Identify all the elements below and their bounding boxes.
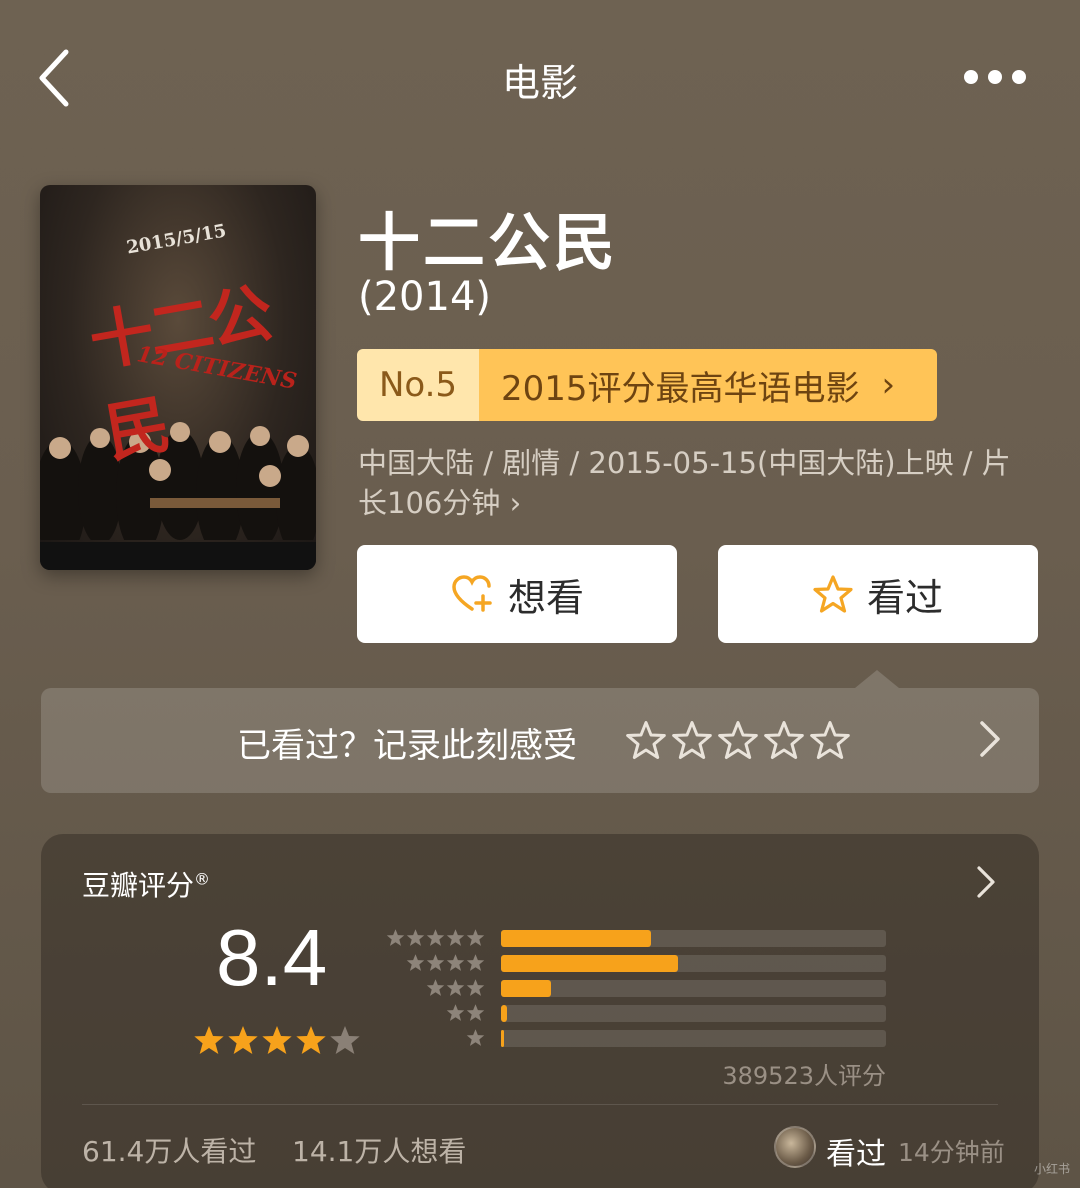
- distribution-stars: [446, 1003, 485, 1022]
- popover-caret: [855, 670, 899, 688]
- friend-activity-action: 看过: [826, 1137, 886, 1172]
- rank-text: 2015评分最高华语电影: [501, 368, 860, 409]
- star-icon: [466, 929, 485, 946]
- rank-number: No.5: [357, 349, 479, 421]
- distribution-track: [501, 1005, 886, 1022]
- star-icon: [466, 979, 485, 996]
- rank-description: 2015评分最高华语电影 ›: [479, 349, 937, 421]
- rating-distribution-row: [390, 978, 890, 998]
- seen-count[interactable]: 61.4万人看过: [82, 1130, 256, 1170]
- movie-year: (2014): [358, 274, 492, 320]
- rate-stars[interactable]: [626, 720, 850, 760]
- distribution-bar: [501, 955, 679, 972]
- watched-button[interactable]: 看过: [718, 545, 1038, 643]
- poster-credits-strip: [40, 542, 316, 570]
- star-outline-icon[interactable]: [672, 720, 712, 760]
- star-filled-icon: [228, 1026, 258, 1054]
- distribution-track: [501, 955, 886, 972]
- divider: [82, 1104, 998, 1105]
- star-icon: [386, 929, 405, 946]
- registered-mark: ®: [194, 869, 211, 889]
- distribution-track: [501, 1030, 886, 1047]
- star-filled-icon: [194, 1026, 224, 1054]
- star-icon: [446, 1004, 465, 1021]
- star-outline-icon[interactable]: [626, 720, 666, 760]
- distribution-track: [501, 930, 886, 947]
- star-icon: [426, 979, 445, 996]
- rating-label: 豆瓣评分®: [82, 864, 210, 904]
- star-outline-icon: [813, 575, 853, 613]
- rating-count: 389523人评分: [722, 1062, 886, 1090]
- distribution-bar: [501, 1005, 507, 1022]
- star-outline-icon[interactable]: [718, 720, 758, 760]
- rating-distribution-row: [390, 953, 890, 973]
- more-dot-icon: [964, 70, 978, 84]
- star-icon: [466, 1029, 485, 1046]
- rating-score: 8.4: [216, 913, 328, 1002]
- chevron-right-icon: [980, 721, 1000, 757]
- avatar[interactable]: [774, 1126, 816, 1168]
- want-count[interactable]: 14.1万人想看: [292, 1130, 466, 1170]
- star-icon: [426, 929, 445, 946]
- more-button[interactable]: [950, 58, 1030, 98]
- distribution-bar: [501, 930, 652, 947]
- want-to-watch-button[interactable]: 想看: [357, 545, 677, 643]
- poster-date-text: 2015/5/15: [124, 220, 228, 259]
- want-button-label: 想看: [507, 575, 584, 620]
- top-nav: 电影: [0, 0, 1080, 155]
- rating-stars: [193, 1024, 361, 1056]
- page-title: 电影: [501, 61, 578, 105]
- rating-distribution-row: [390, 1028, 890, 1048]
- watermark: 小红书: [1034, 1162, 1071, 1176]
- record-feeling-bar[interactable]: 已看过？记录此刻感受: [41, 688, 1039, 793]
- star-icon: [446, 954, 465, 971]
- star-icon: [426, 954, 445, 971]
- watched-button-label: 看过: [866, 575, 943, 620]
- movie-poster[interactable]: 2015/5/15 十二公民 12 CITIZENS: [40, 185, 316, 570]
- star-outline-icon[interactable]: [810, 720, 850, 760]
- more-dot-icon: [988, 70, 1002, 84]
- chevron-right-icon[interactable]: [970, 864, 1000, 900]
- friend-activity-time: 14分钟前: [898, 1138, 1005, 1167]
- distribution-bar: [501, 980, 552, 997]
- distribution-stars: [386, 928, 485, 947]
- star-outline-icon[interactable]: [764, 720, 804, 760]
- rating-distribution-row: [386, 928, 890, 948]
- distribution-track: [501, 980, 886, 997]
- chevron-right-icon: ›: [881, 365, 896, 405]
- star-icon: [466, 954, 485, 971]
- star-filled-icon: [262, 1026, 292, 1054]
- distribution-stars: [466, 1028, 485, 1047]
- more-dot-icon: [1012, 70, 1026, 84]
- rank-banner[interactable]: No.5 2015评分最高华语电影 ›: [357, 349, 937, 421]
- movie-meta-info[interactable]: 中国大陆 / 剧情 / 2015-05-15(中国大陆)上映 / 片长106分钟…: [358, 443, 1038, 523]
- star-empty-icon: [330, 1026, 360, 1054]
- record-prompt: 已看过？记录此刻感受: [237, 726, 577, 766]
- rating-label-text: 豆瓣评分: [82, 869, 195, 902]
- rating-distribution-row: [390, 1003, 890, 1023]
- star-filled-icon: [296, 1026, 326, 1054]
- distribution-bar: [501, 1030, 505, 1047]
- distribution-stars: [426, 978, 485, 997]
- star-icon: [446, 929, 465, 946]
- distribution-stars: [406, 953, 485, 972]
- movie-title: 十二公民: [358, 206, 619, 279]
- star-icon: [406, 929, 425, 946]
- star-icon: [406, 954, 425, 971]
- star-icon: [466, 1004, 485, 1021]
- star-icon: [446, 979, 465, 996]
- heart-plus-icon: [452, 575, 492, 612]
